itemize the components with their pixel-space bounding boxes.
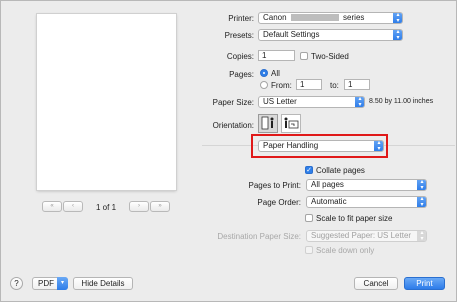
pages-from-field[interactable]: 1 <box>296 79 322 90</box>
pdf-label: PDF <box>38 279 54 288</box>
last-page-button[interactable]: » <box>150 201 170 212</box>
preview-nav-right: › » <box>129 201 170 212</box>
portrait-button[interactable] <box>258 114 278 133</box>
page-order-value: Automatic <box>311 197 347 206</box>
hide-details-button[interactable]: Hide Details <box>73 277 133 290</box>
page-order-label: Page Order: <box>257 198 301 207</box>
next-page-button[interactable]: › <box>129 201 149 212</box>
copies-label: Copies: <box>226 52 254 61</box>
chevron-updown-icon: ▴ ▾ <box>393 30 402 40</box>
pdf-menu-button[interactable]: PDF ▾ <box>32 277 68 290</box>
chevron-updown-icon: ▴ ▾ <box>417 231 426 241</box>
pages-label: Pages: <box>229 70 254 79</box>
first-page-button[interactable]: « <box>42 201 62 212</box>
cancel-button[interactable]: Cancel <box>354 277 398 290</box>
chevron-updown-icon: ▴ ▾ <box>417 180 426 190</box>
printer-label: Printer: <box>228 14 254 23</box>
paper-dimensions: 8.50 by 11.00 inches <box>369 98 434 105</box>
destination-paper-size-value: Suggested Paper: US Letter <box>311 231 412 240</box>
landscape-button[interactable] <box>281 114 301 133</box>
presets-select[interactable]: Default Settings ▴ ▾ <box>258 29 403 41</box>
pages-to-label: to: <box>330 81 339 90</box>
help-button[interactable]: ? <box>10 277 23 290</box>
collate-checkbox[interactable]: ✓ <box>305 166 313 174</box>
pages-to-print-select[interactable]: All pages ▴ ▾ <box>306 179 427 191</box>
collate-label: Collate pages <box>316 166 365 175</box>
page-order-select[interactable]: Automatic ▴ ▾ <box>306 196 427 208</box>
printer-name-prefix: Canon <box>263 13 287 22</box>
printer-name-suffix: series <box>343 13 365 22</box>
pages-to-field[interactable]: 1 <box>344 79 370 90</box>
scale-to-fit-checkbox[interactable] <box>305 214 313 222</box>
copies-field[interactable]: 1 <box>258 50 295 61</box>
landscape-icon <box>284 117 299 129</box>
chevron-down-icon: ▾ <box>57 277 68 290</box>
pages-all-label: All <box>271 69 280 78</box>
scale-down-only-checkbox[interactable] <box>305 246 313 254</box>
page-preview <box>37 14 176 190</box>
chevron-updown-icon: ▴ ▾ <box>417 197 426 207</box>
paper-size-value: US Letter <box>263 97 297 106</box>
two-sided-checkbox[interactable] <box>300 52 308 60</box>
print-button[interactable]: Print <box>404 277 445 290</box>
page-indicator: 1 of 1 <box>96 203 117 212</box>
chevron-updown-icon: ▴ ▾ <box>355 97 364 107</box>
chevron-updown-icon: ▴ ▾ <box>393 13 402 23</box>
scale-down-only-label: Scale down only <box>316 246 375 255</box>
orientation-label: Orientation: <box>212 121 254 130</box>
presets-value: Default Settings <box>263 30 320 39</box>
pages-from-radio[interactable] <box>260 81 268 89</box>
highlight-box <box>251 134 388 158</box>
scale-to-fit-label: Scale to fit paper size <box>316 214 393 223</box>
paper-size-select[interactable]: US Letter ▴ ▾ <box>258 96 365 108</box>
presets-label: Presets: <box>224 31 254 40</box>
destination-paper-size-label: Destination Paper Size: <box>217 232 301 241</box>
previous-page-button[interactable]: ‹ <box>63 201 83 212</box>
portrait-icon <box>261 116 274 130</box>
pages-all-radio[interactable] <box>260 69 268 77</box>
printer-name-redacted <box>290 14 339 21</box>
pages-from-label: From: <box>271 81 292 90</box>
pages-to-print-label: Pages to Print: <box>248 181 301 190</box>
preview-nav-left: « ‹ <box>42 201 83 212</box>
two-sided-label: Two-Sided <box>311 52 349 61</box>
printer-select[interactable]: Canon series ▴ ▾ <box>258 12 403 24</box>
destination-paper-size-select[interactable]: Suggested Paper: US Letter ▴ ▾ <box>306 230 427 242</box>
pages-to-print-value: All pages <box>311 180 344 189</box>
paper-size-label: Paper Size: <box>212 98 254 107</box>
